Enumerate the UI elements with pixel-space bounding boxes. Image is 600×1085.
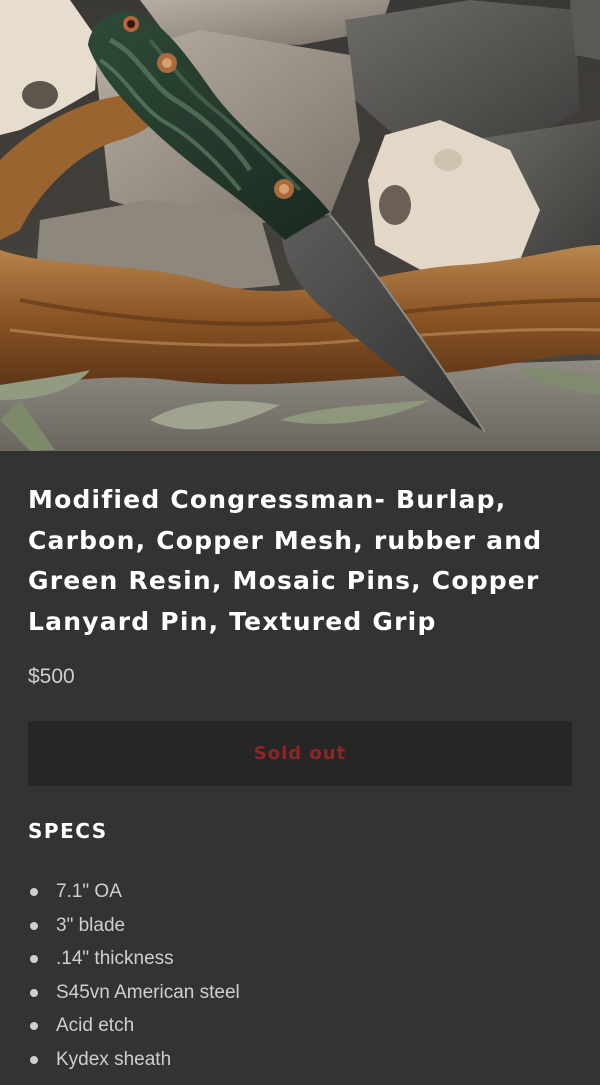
spec-item-label: 3" blade [56, 914, 126, 936]
spec-item: .14" thickness [28, 942, 572, 976]
spec-item-label: 7.1" OA [56, 881, 122, 902]
spec-item: 3" blade [28, 909, 572, 943]
bullet-icon [30, 888, 38, 896]
spec-item: Acid etch [28, 1009, 572, 1043]
product-price: $500 [28, 665, 75, 688]
spec-item-label: .14" thickness [56, 948, 174, 970]
product-title: Modified Congressman- Burlap, Carbon, Co… [28, 485, 543, 636]
bullet-icon [30, 1022, 38, 1031]
spec-item: Kydex sheath [28, 1043, 572, 1077]
spec-item-label: Kydex sheath [56, 1048, 172, 1070]
bullet-icon [30, 1055, 38, 1064]
product-info: Modified Congressman- Burlap, Carbon, Co… [28, 451, 572, 1077]
sold-out-button[interactable]: Sold out [28, 721, 572, 786]
bullet-icon [30, 921, 38, 930]
specs-list: 7.1" OA 3" blade .14" thickness S45vn Am… [28, 875, 572, 1077]
spec-item-label: Acid etch [56, 1015, 135, 1037]
bullet-icon [30, 955, 38, 964]
spec-item-label: S45vn American steel [56, 981, 240, 1003]
spec-item: S45vn American steel [28, 976, 572, 1010]
product-page: Modified Congressman- Burlap, Carbon, Co… [0, 0, 600, 1085]
spec-item: 7.1" OA [28, 875, 572, 909]
product-image[interactable] [0, 0, 600, 451]
bullet-icon [30, 988, 38, 997]
specs-heading: SPECS [28, 819, 108, 843]
